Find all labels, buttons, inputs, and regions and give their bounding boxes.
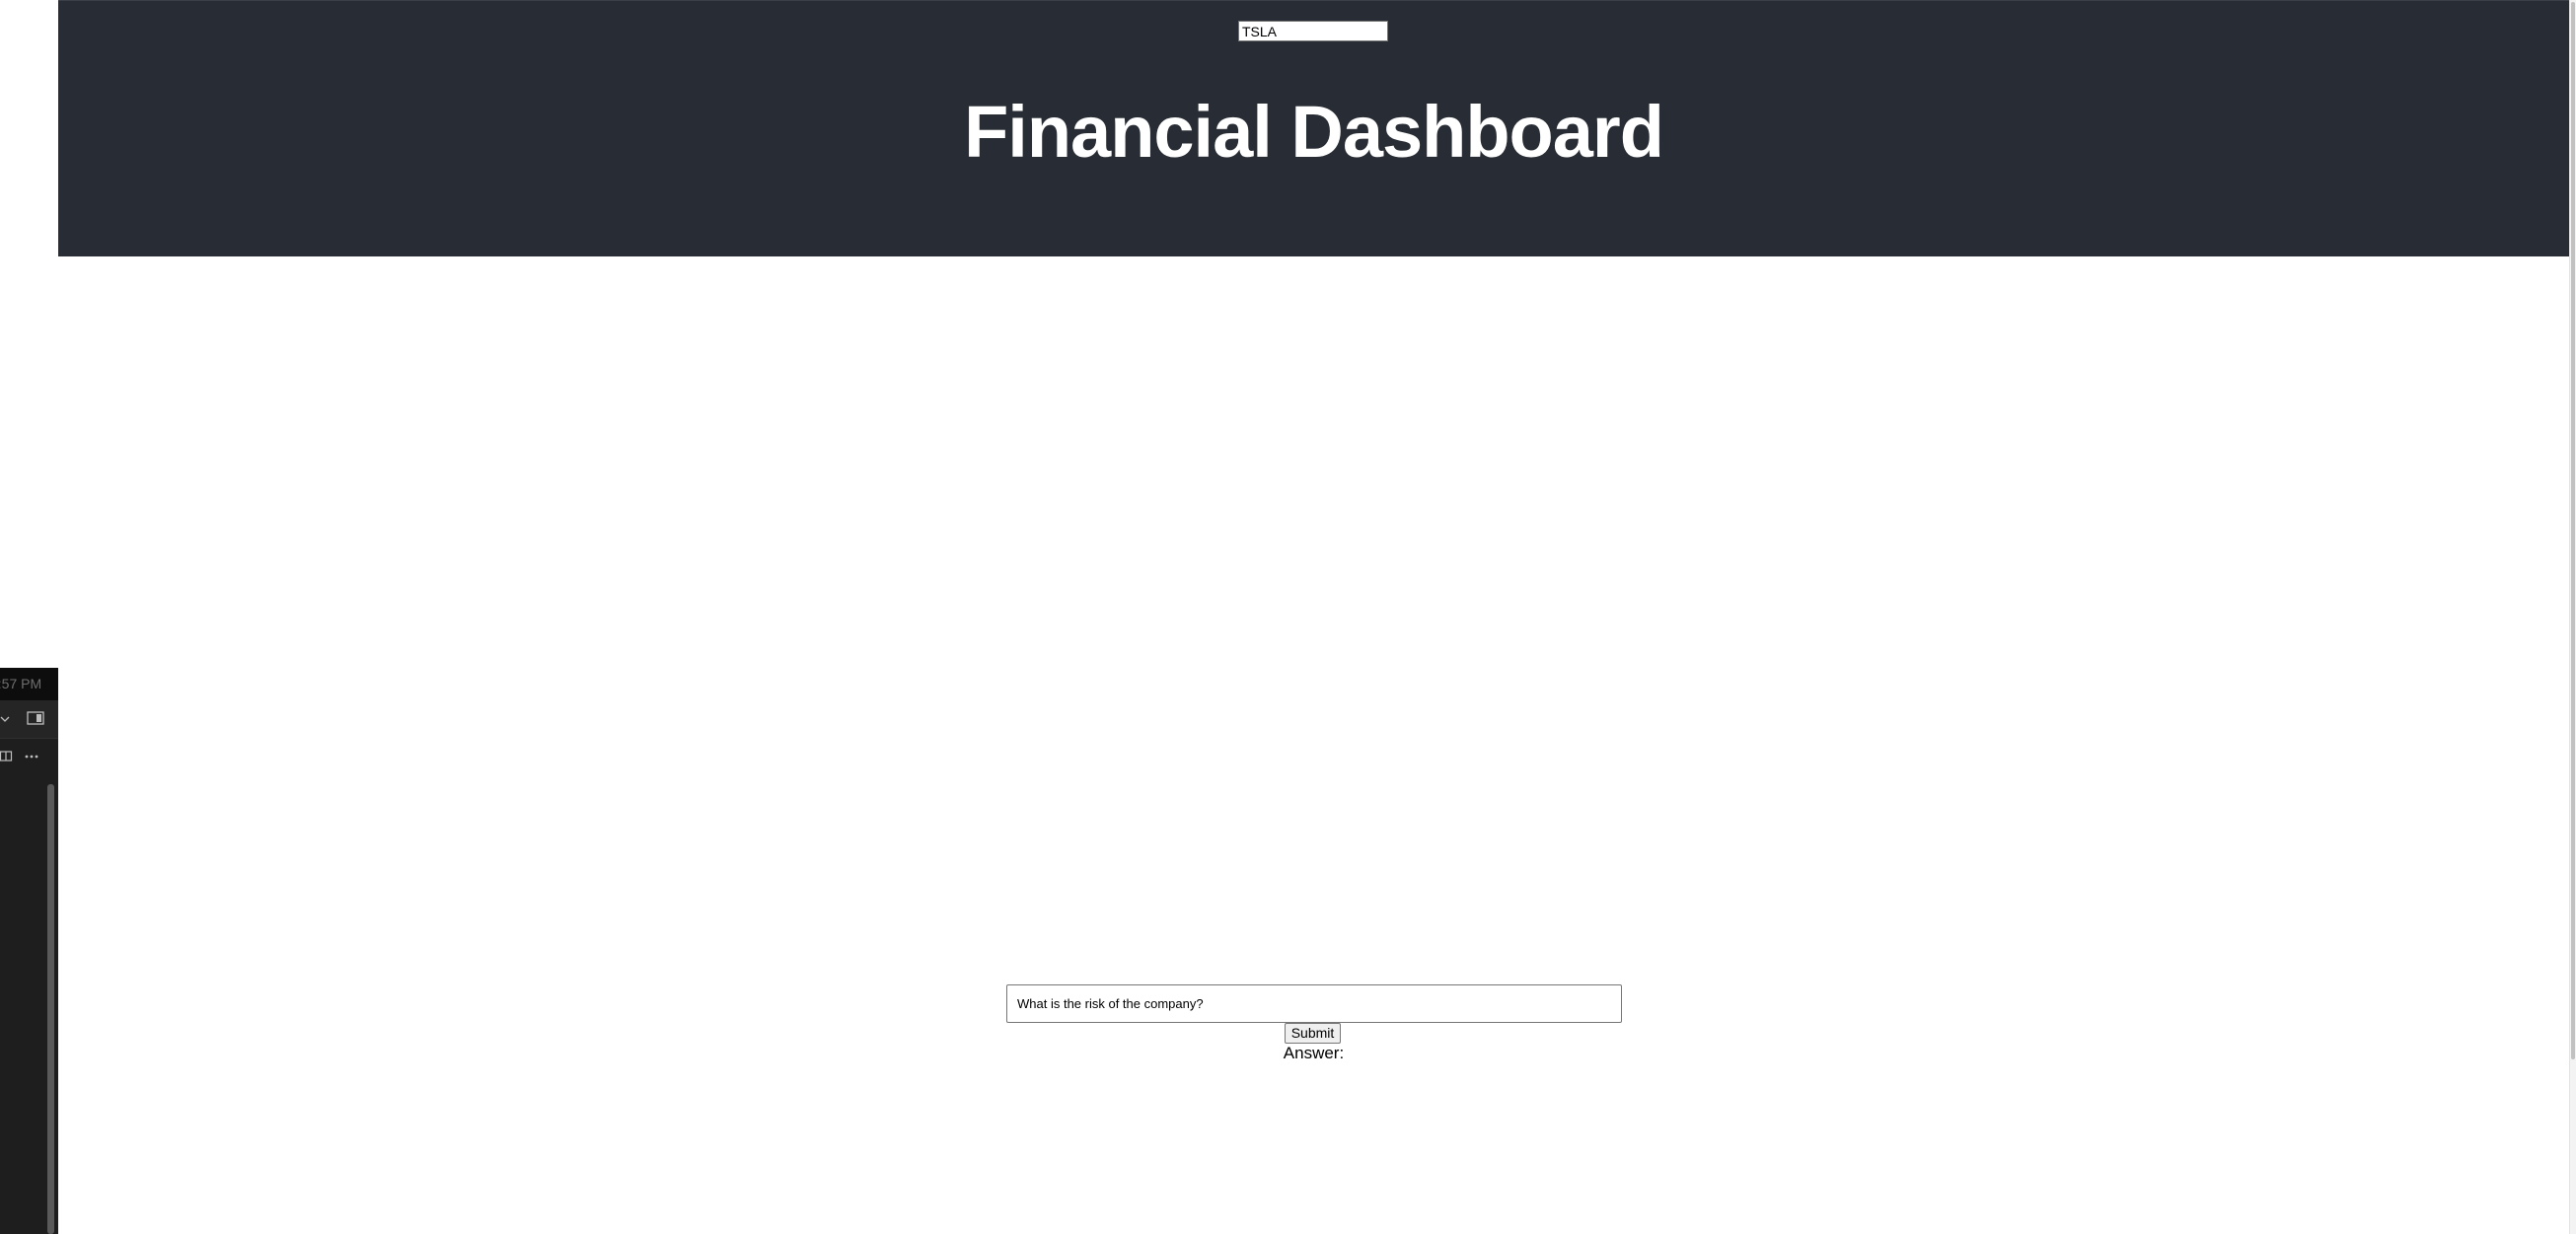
- background-titlebar: 1:57 PM: [0, 668, 58, 700]
- page-scrollbar-thumb[interactable]: [2571, 2, 2575, 1059]
- background-editor-window: 1:57 PM: [0, 668, 58, 1234]
- more-icon[interactable]: [25, 755, 38, 759]
- app-header: Financial Dashboard: [58, 0, 2569, 256]
- dashboard-page: Financial Dashboard Submit Answer:: [58, 0, 2569, 1234]
- submit-button[interactable]: Submit: [1285, 1023, 1341, 1044]
- chevron-down-icon[interactable]: [0, 714, 10, 724]
- clock-text: 1:57 PM: [0, 676, 42, 691]
- ticker-input[interactable]: [1238, 21, 1388, 41]
- background-toolbar-secondary: [0, 739, 58, 774]
- page-title: Financial Dashboard: [964, 91, 1664, 173]
- background-toolbar: [0, 700, 58, 739]
- answer-label: Answer:: [1283, 1044, 1345, 1062]
- background-scrollbar[interactable]: [47, 784, 54, 1234]
- book-icon[interactable]: [0, 751, 13, 762]
- question-input[interactable]: [1006, 984, 1622, 1023]
- split-panel-icon[interactable]: [27, 711, 44, 726]
- screen: 1:57 PM Financ: [0, 0, 2576, 1234]
